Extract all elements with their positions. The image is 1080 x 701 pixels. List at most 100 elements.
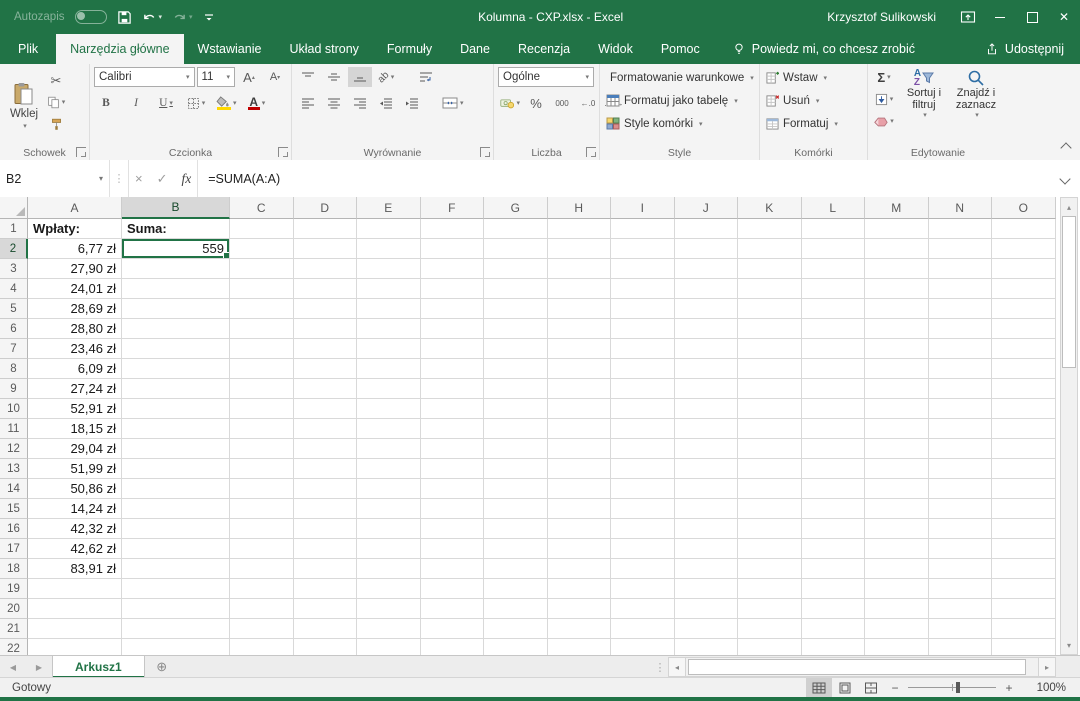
cell-D21[interactable]: [294, 619, 358, 639]
tab-plik[interactable]: Plik: [0, 34, 56, 64]
cell-I2[interactable]: [611, 239, 675, 259]
cell-J18[interactable]: [675, 559, 739, 579]
cell-K15[interactable]: [738, 499, 802, 519]
cell-E3[interactable]: [357, 259, 421, 279]
italic-button[interactable]: I: [124, 93, 148, 113]
ribbon-tab-formuły[interactable]: Formuły: [373, 34, 446, 64]
cell-C22[interactable]: [230, 639, 294, 655]
cell-D14[interactable]: [294, 479, 358, 499]
cell-K16[interactable]: [738, 519, 802, 539]
zoom-out-button[interactable]: −: [884, 681, 906, 695]
row-header-9[interactable]: 9: [0, 379, 28, 399]
cell-L3[interactable]: [802, 259, 866, 279]
row-header-20[interactable]: 20: [0, 599, 28, 619]
cell-L14[interactable]: [802, 479, 866, 499]
cell-L20[interactable]: [802, 599, 866, 619]
cut-button[interactable]: ✂: [44, 70, 68, 90]
cell-O1[interactable]: [992, 219, 1056, 239]
cell-L4[interactable]: [802, 279, 866, 299]
align-bottom-button[interactable]: [348, 67, 372, 87]
horizontal-scrollbar[interactable]: [686, 657, 1038, 677]
column-header-I[interactable]: I: [611, 197, 675, 219]
cell-O7[interactable]: [992, 339, 1056, 359]
cell-F4[interactable]: [421, 279, 485, 299]
merge-center-button[interactable]: [440, 93, 466, 113]
sheet-nav-left-icon[interactable]: ◀: [0, 656, 26, 678]
cell-H12[interactable]: [548, 439, 612, 459]
cell-G13[interactable]: [484, 459, 548, 479]
cell-J15[interactable]: [675, 499, 739, 519]
cell-E6[interactable]: [357, 319, 421, 339]
cell-J16[interactable]: [675, 519, 739, 539]
cell-B20[interactable]: [122, 599, 230, 619]
collapse-ribbon-icon[interactable]: [1060, 142, 1071, 153]
cell-J4[interactable]: [675, 279, 739, 299]
cell-C16[interactable]: [230, 519, 294, 539]
cell-E12[interactable]: [357, 439, 421, 459]
cell-N6[interactable]: [929, 319, 993, 339]
cell-M13[interactable]: [865, 459, 929, 479]
cell-O12[interactable]: [992, 439, 1056, 459]
cell-I9[interactable]: [611, 379, 675, 399]
cell-I10[interactable]: [611, 399, 675, 419]
cell-O8[interactable]: [992, 359, 1056, 379]
cell-J3[interactable]: [675, 259, 739, 279]
align-right-button[interactable]: [348, 93, 372, 113]
cell-M5[interactable]: [865, 299, 929, 319]
cell-L5[interactable]: [802, 299, 866, 319]
column-header-N[interactable]: N: [929, 197, 993, 219]
cell-D12[interactable]: [294, 439, 358, 459]
cell-L2[interactable]: [802, 239, 866, 259]
cell-D18[interactable]: [294, 559, 358, 579]
paste-button[interactable]: Wklej: [4, 67, 44, 144]
cell-N14[interactable]: [929, 479, 993, 499]
cell-C7[interactable]: [230, 339, 294, 359]
select-all-button[interactable]: [0, 197, 28, 219]
cell-D16[interactable]: [294, 519, 358, 539]
cell-O21[interactable]: [992, 619, 1056, 639]
cell-C3[interactable]: [230, 259, 294, 279]
cell-A17[interactable]: 42,62 zł: [28, 539, 122, 559]
cell-I17[interactable]: [611, 539, 675, 559]
cell-M21[interactable]: [865, 619, 929, 639]
tell-me-box[interactable]: Powiedz mi, co chcesz zrobić: [732, 34, 915, 64]
ribbon-tab-widok[interactable]: Widok: [584, 34, 647, 64]
cell-O11[interactable]: [992, 419, 1056, 439]
cell-M11[interactable]: [865, 419, 929, 439]
hscroll-thumb[interactable]: [688, 659, 1026, 675]
schowek-dialog-launcher-icon[interactable]: [76, 147, 86, 157]
cell-G10[interactable]: [484, 399, 548, 419]
cell-F16[interactable]: [421, 519, 485, 539]
formula-input[interactable]: =SUMA(A:A): [198, 160, 1050, 197]
cell-M14[interactable]: [865, 479, 929, 499]
cell-A13[interactable]: 51,99 zł: [28, 459, 122, 479]
ribbon-display-options-button[interactable]: [952, 0, 984, 34]
cell-A2[interactable]: 6,77 zł: [28, 239, 122, 259]
cell-C14[interactable]: [230, 479, 294, 499]
cell-J19[interactable]: [675, 579, 739, 599]
sheet-nav-right-icon[interactable]: ▶: [26, 656, 52, 678]
cell-L18[interactable]: [802, 559, 866, 579]
cell-F13[interactable]: [421, 459, 485, 479]
cell-E2[interactable]: [357, 239, 421, 259]
cell-C19[interactable]: [230, 579, 294, 599]
cell-E16[interactable]: [357, 519, 421, 539]
row-header-22[interactable]: 22: [0, 639, 28, 655]
cell-E14[interactable]: [357, 479, 421, 499]
cell-L10[interactable]: [802, 399, 866, 419]
cell-M6[interactable]: [865, 319, 929, 339]
cell-K3[interactable]: [738, 259, 802, 279]
cell-K19[interactable]: [738, 579, 802, 599]
conditional-formatting-button[interactable]: Formatowanie warunkowe: [604, 67, 755, 88]
cell-N7[interactable]: [929, 339, 993, 359]
cell-G4[interactable]: [484, 279, 548, 299]
insert-function-icon[interactable]: fx: [182, 171, 192, 187]
cell-B8[interactable]: [122, 359, 230, 379]
cell-C15[interactable]: [230, 499, 294, 519]
cell-N20[interactable]: [929, 599, 993, 619]
cell-K18[interactable]: [738, 559, 802, 579]
cell-F6[interactable]: [421, 319, 485, 339]
sort-filter-button[interactable]: AZ Sortuj i filtruj: [900, 67, 948, 144]
cell-K4[interactable]: [738, 279, 802, 299]
cell-C11[interactable]: [230, 419, 294, 439]
